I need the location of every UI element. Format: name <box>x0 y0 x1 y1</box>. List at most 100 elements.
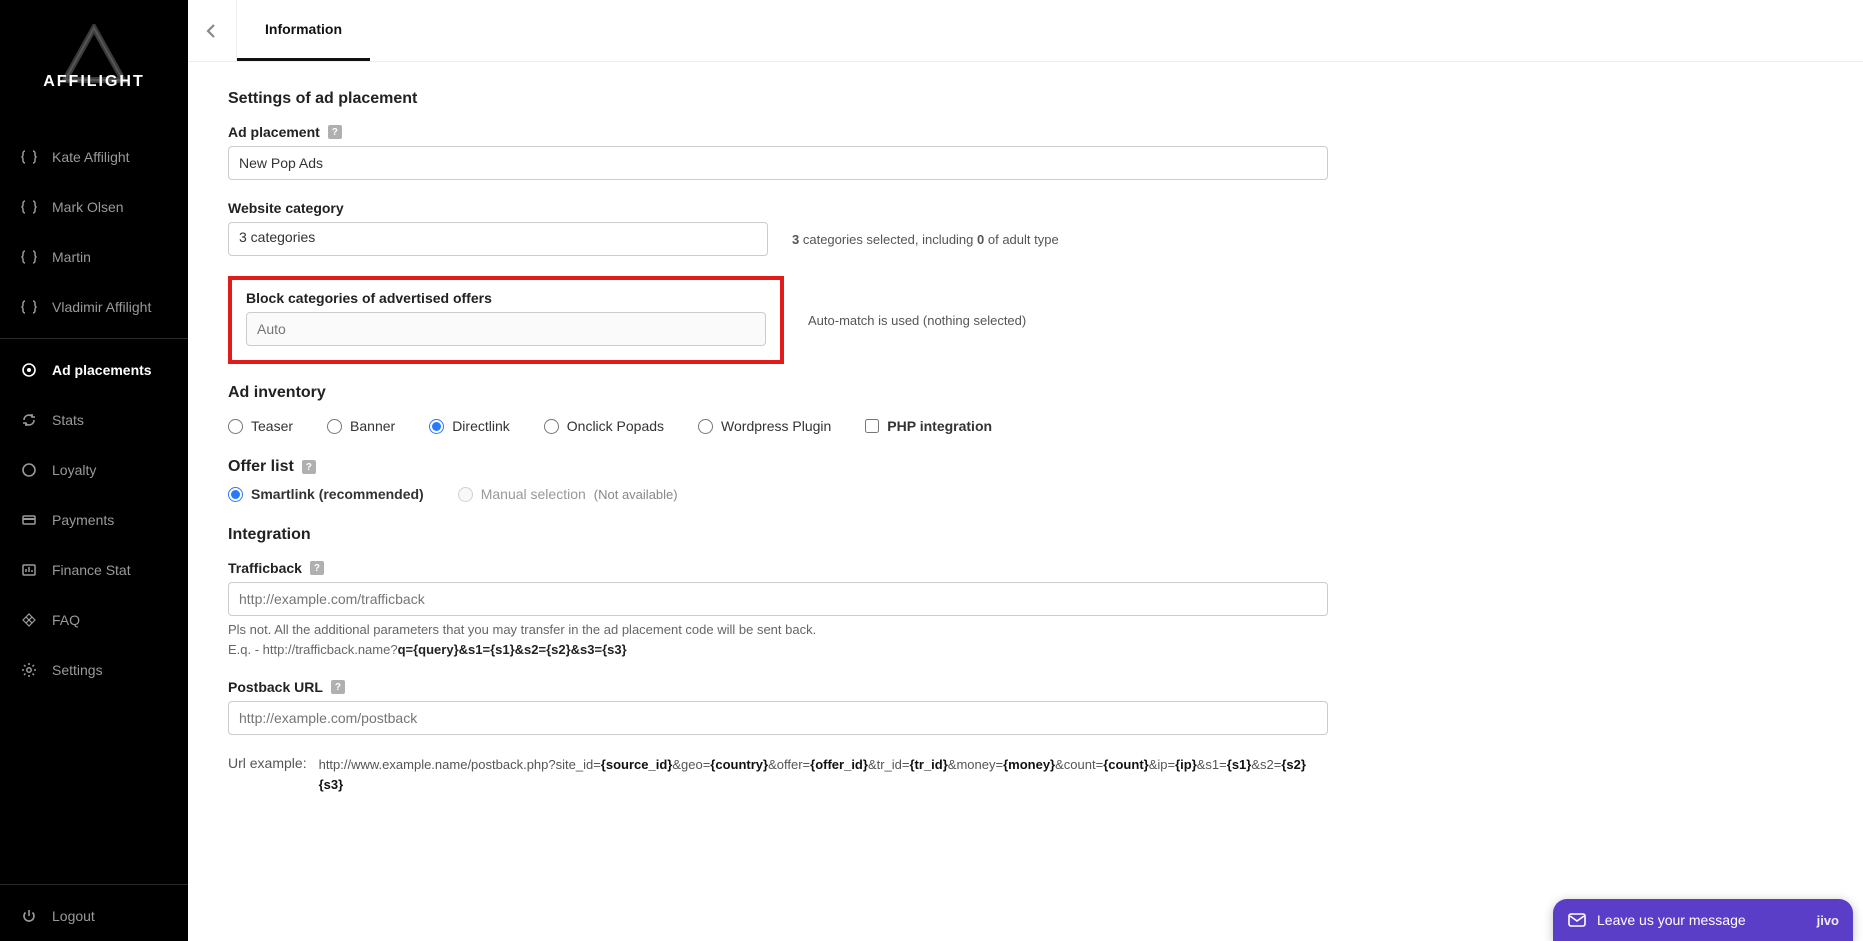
refresh-icon <box>20 411 38 429</box>
hint-prefix: E.q. - http://trafficback.name? <box>228 642 398 657</box>
radio-label: Onclick Popads <box>567 418 664 434</box>
user-braces-icon <box>20 298 38 316</box>
brand-text: AFFILIGHT <box>43 73 145 91</box>
url-example-label: Url example: <box>228 755 307 771</box>
inventory-banner[interactable]: Banner <box>327 418 395 434</box>
power-icon <box>20 907 38 925</box>
radio-label: Manual selection <box>481 486 586 502</box>
inventory-teaser[interactable]: Teaser <box>228 418 293 434</box>
help-icon[interactable]: ? <box>331 680 345 694</box>
help-icon[interactable]: ? <box>328 125 342 139</box>
sidebar-item-ad-placements[interactable]: Ad placements <box>0 345 188 395</box>
radio-label: Banner <box>350 418 395 434</box>
user-braces-icon <box>20 248 38 266</box>
offer-manual-note: (Not available) <box>594 487 678 502</box>
radio-label: Directlink <box>452 418 510 434</box>
inventory-wordpress-plugin[interactable]: Wordpress Plugin <box>698 418 831 434</box>
ad-placement-label: Ad placement <box>228 124 320 140</box>
block-categories-label: Block categories of advertised offers <box>246 290 766 306</box>
offer-manual: Manual selection (Not available) <box>458 486 678 502</box>
sidebar-user-0[interactable]: Kate Affilight <box>0 132 188 182</box>
block-categories-select[interactable] <box>246 312 766 346</box>
radio-label: Smartlink (recommended) <box>251 486 424 502</box>
sidebar-item-settings[interactable]: Settings <box>0 645 188 695</box>
chat-message: Leave us your message <box>1597 912 1746 928</box>
hint-bold: q={query}&s1={s1}&s2={s2}&s3={s3} <box>398 642 627 657</box>
field-website-category: Website category 3 categories 3 categori… <box>228 200 1508 256</box>
user-braces-icon <box>20 148 38 166</box>
sidebar-user-2[interactable]: Martin <box>0 232 188 282</box>
chart-icon <box>20 561 38 579</box>
sidebar-item-label: Mark Olsen <box>52 199 124 215</box>
trafficback-hint: Pls not. All the additional parameters t… <box>228 620 1508 659</box>
logo: AFFILIGHT <box>0 0 188 132</box>
sidebar-user-3[interactable]: Vladimir Affilight <box>0 282 188 332</box>
website-category-label: Website category <box>228 200 344 216</box>
inventory-onclick-popads[interactable]: Onclick Popads <box>544 418 664 434</box>
url-example: Url example: http://www.example.name/pos… <box>228 755 1488 794</box>
mail-icon <box>1567 910 1587 930</box>
sidebar-item-label: Finance Stat <box>52 562 131 578</box>
section-title-offer-list: Offer list <box>228 458 294 476</box>
sidebar-item-label: Payments <box>52 512 114 528</box>
field-block-categories: Block categories of advertised offers Au… <box>228 276 1508 364</box>
sidebar-item-loyalty[interactable]: Loyalty <box>0 445 188 495</box>
chat-widget[interactable]: Leave us your message jivo <box>1553 899 1853 941</box>
sidebar-users: Kate Affilight Mark Olsen Martin Vladimi… <box>0 132 188 332</box>
sidebar-item-label: Vladimir Affilight <box>52 299 151 315</box>
sidebar-item-stats[interactable]: Stats <box>0 395 188 445</box>
tab-information[interactable]: Information <box>237 0 370 61</box>
help-icon[interactable]: ? <box>310 561 324 575</box>
offer-smartlink[interactable]: Smartlink (recommended) <box>228 486 424 502</box>
ad-placement-input[interactable] <box>228 146 1328 180</box>
sidebar-item-label: Martin <box>52 249 91 265</box>
field-trafficback: Trafficback ? Pls not. All the additiona… <box>228 560 1508 659</box>
summary-suffix: of adult type <box>984 232 1058 247</box>
topbar: Information <box>188 0 1863 62</box>
website-category-value: 3 categories <box>239 229 315 245</box>
sidebar-item-finance-stat[interactable]: Finance Stat <box>0 545 188 595</box>
user-braces-icon <box>20 198 38 216</box>
block-categories-highlight: Block categories of advertised offers <box>228 276 784 364</box>
website-category-select[interactable]: 3 categories <box>228 222 768 256</box>
inventory-php-integration[interactable]: PHP integration <box>865 418 992 434</box>
sidebar-user-1[interactable]: Mark Olsen <box>0 182 188 232</box>
sidebar-item-label: Stats <box>52 412 84 428</box>
trafficback-input[interactable] <box>228 582 1328 616</box>
checkbox-label: PHP integration <box>887 418 992 434</box>
sidebar-item-label: Settings <box>52 662 103 678</box>
postback-input[interactable] <box>228 701 1328 735</box>
sidebar-item-label: Ad placements <box>52 362 152 378</box>
help-icon[interactable]: ? <box>302 460 316 474</box>
sidebar-item-logout[interactable]: Logout <box>0 891 188 941</box>
sidebar-item-label: Loyalty <box>52 462 96 478</box>
sidebar-nav: Ad placements Stats Loyalty Payments Fin… <box>0 345 188 695</box>
target-icon <box>20 361 38 379</box>
help-icon <box>20 611 38 629</box>
sidebar-separator <box>0 338 188 339</box>
radio-label: Wordpress Plugin <box>721 418 831 434</box>
hint-line1: Pls not. All the additional parameters t… <box>228 622 816 637</box>
radio-label: Teaser <box>251 418 293 434</box>
sidebar: AFFILIGHT Kate Affilight Mark Olsen Mart… <box>0 0 188 941</box>
sidebar-item-faq[interactable]: FAQ <box>0 595 188 645</box>
section-title-integration: Integration <box>228 526 1508 544</box>
inventory-directlink[interactable]: Directlink <box>429 418 510 434</box>
tab-label: Information <box>265 21 342 37</box>
ad-inventory-options: Teaser Banner Directlink Onclick Popads … <box>228 418 1508 434</box>
main: Information Settings of ad placement Ad … <box>188 0 1863 941</box>
sidebar-item-label: FAQ <box>52 612 80 628</box>
url-example-text: http://www.example.name/postback.php?sit… <box>319 755 1306 794</box>
website-category-summary: 3 categories selected, including 0 of ad… <box>792 232 1059 247</box>
field-ad-placement: Ad placement ? <box>228 124 1508 180</box>
postback-label: Postback URL <box>228 679 323 695</box>
sidebar-item-payments[interactable]: Payments <box>0 495 188 545</box>
section-title-settings: Settings of ad placement <box>228 90 1508 108</box>
back-button[interactable] <box>188 0 236 61</box>
section-title-inventory: Ad inventory <box>228 384 1508 402</box>
content: Settings of ad placement Ad placement ? … <box>188 62 1548 834</box>
trafficback-label: Trafficback <box>228 560 302 576</box>
sidebar-item-label: Kate Affilight <box>52 149 130 165</box>
gear-icon <box>20 661 38 679</box>
sidebar-separator <box>0 884 188 885</box>
